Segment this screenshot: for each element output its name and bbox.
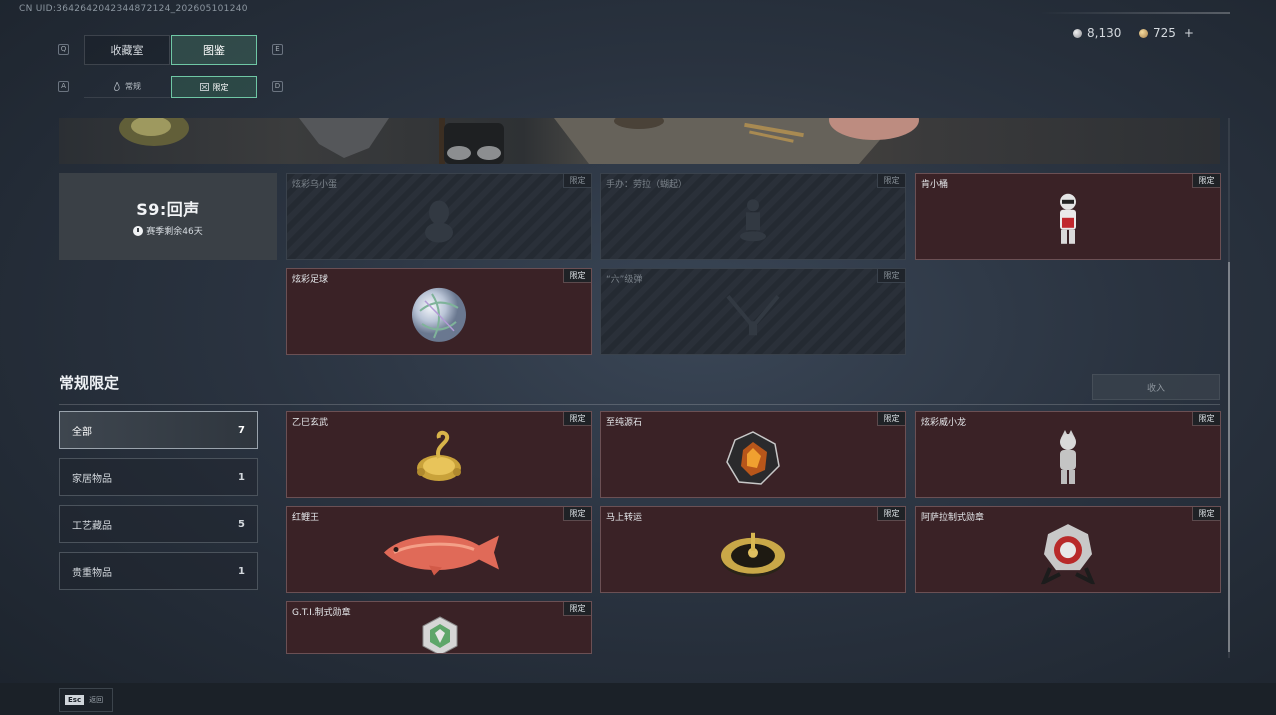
fortune-disc-icon <box>721 532 785 577</box>
banner-illustration <box>119 118 919 164</box>
bullet-silhouette-icon <box>726 294 780 335</box>
limited-tag: 限定 <box>1192 174 1220 188</box>
source-stone-icon <box>726 430 780 485</box>
season-remaining-text: 赛季剩余46天 <box>146 227 203 237</box>
item-card-locked[interactable]: “六”级弹 限定 <box>600 268 906 355</box>
item-card-locked[interactable]: 手办：劳拉（蝴起） 限定 <box>600 173 906 260</box>
back-label: 返回 <box>89 696 104 704</box>
limited-tag: 限定 <box>877 412 905 426</box>
filter-count: 5 <box>238 518 245 530</box>
item-card[interactable]: 红鲤王 限定 <box>286 506 592 593</box>
user-id-label: CN UID:3642642042344872124_202605101240 <box>19 4 248 14</box>
gold-currency[interactable]: 725 + <box>1139 26 1194 40</box>
tab-codex[interactable]: 图鉴 <box>171 35 257 65</box>
filter-home-items[interactable]: 家居物品 1 <box>59 458 258 496</box>
limited-tag: 限定 <box>1192 507 1220 521</box>
item-card[interactable]: 肯小桶 限定 <box>915 173 1221 260</box>
item-name: 肯小桶 <box>921 180 949 190</box>
filter-label: 全部 <box>72 426 92 438</box>
asara-medal-icon <box>1040 523 1096 584</box>
limited-tag: 限定 <box>563 507 591 521</box>
season-title: S9:回声 <box>136 200 200 219</box>
item-name: 炫彩足球 <box>292 275 329 285</box>
limited-tag: 限定 <box>877 174 905 188</box>
key-hint-d: D <box>272 81 283 92</box>
limited-tag: 限定 <box>563 174 591 188</box>
silver-amount: 8,130 <box>1087 26 1122 40</box>
golden-turtle-snake-icon <box>417 430 461 481</box>
item-name: 马上转运 <box>606 513 643 523</box>
item-card[interactable]: 炫彩威小龙 限定 <box>915 411 1221 498</box>
item-card-locked[interactable]: 炫彩乌小蛋 限定 <box>286 173 592 260</box>
item-name: G.T.I.制式勋章 <box>292 608 351 618</box>
section-title: 常规限定 <box>59 374 120 392</box>
season-info-card: S9:回声 赛季剩余46天 <box>59 173 277 260</box>
item-name: 炫彩威小龙 <box>921 418 967 428</box>
item-card[interactable]: 至纯源石 限定 <box>600 411 906 498</box>
key-hint-q: Q <box>58 44 69 55</box>
section-divider <box>59 404 1220 405</box>
filter-label: 工艺藏品 <box>72 520 112 532</box>
gti-medal-icon <box>422 616 458 653</box>
gold-coin-icon <box>1139 28 1148 38</box>
scrollbar-thumb[interactable] <box>1228 262 1230 652</box>
filter-label: 家居物品 <box>72 473 112 485</box>
subtab-limited-label: 限定 <box>212 82 229 92</box>
limited-tag: 限定 <box>1192 412 1220 426</box>
filter-count: 1 <box>238 565 245 577</box>
back-button[interactable]: Esc 返回 <box>59 688 113 712</box>
subtab-limited[interactable]: 限定 <box>171 76 257 98</box>
tab-collection-room[interactable]: 收藏室 <box>84 35 170 65</box>
flame-icon <box>114 82 120 91</box>
top-decoration-line <box>1040 12 1230 14</box>
item-name: “六”级弹 <box>606 275 643 285</box>
dragon-figure-icon <box>1060 429 1076 484</box>
item-card[interactable]: G.T.I.制式勋章 限定 <box>286 601 592 654</box>
limited-tag: 限定 <box>563 412 591 426</box>
key-hint-e: E <box>272 44 283 55</box>
limited-tag: 限定 <box>877 507 905 521</box>
bucket-figure-icon <box>1060 193 1076 244</box>
collapse-button[interactable]: 收入 <box>1092 374 1220 400</box>
filter-label: 贵重物品 <box>72 567 112 579</box>
limited-tag: 限定 <box>563 602 591 616</box>
gold-amount: 725 <box>1153 26 1176 40</box>
silver-currency: 8,130 <box>1073 26 1121 40</box>
item-card[interactable]: 马上转运 限定 <box>600 506 906 593</box>
item-card[interactable]: 炫彩足球 限定 <box>286 268 592 355</box>
season-remaining: 赛季剩余46天 <box>133 224 203 237</box>
esc-key: Esc <box>65 695 85 705</box>
limited-tag: 限定 <box>877 269 905 283</box>
subtab-regular[interactable]: 常规 <box>84 76 170 98</box>
red-carp-icon <box>384 534 499 575</box>
item-name: 炫彩乌小蛋 <box>292 180 338 190</box>
filter-all[interactable]: 全部 7 <box>59 411 258 449</box>
silver-coin-icon <box>1073 28 1082 38</box>
key-hint-a: A <box>58 81 69 92</box>
filter-valuables[interactable]: 贵重物品 1 <box>59 552 258 590</box>
filter-count: 1 <box>238 471 245 483</box>
add-currency-button[interactable]: + <box>1184 26 1194 40</box>
season-banner-image <box>59 118 1220 164</box>
limited-tag: 限定 <box>563 269 591 283</box>
egg-figure-silhouette-icon <box>425 200 453 242</box>
limited-icon <box>199 83 209 91</box>
iridescent-football-icon <box>412 287 466 342</box>
item-card[interactable]: 阿萨拉制式勋章 限定 <box>915 506 1221 593</box>
clock-icon <box>133 225 144 236</box>
item-card[interactable]: 乙巳玄武 限定 <box>286 411 592 498</box>
item-name: 阿萨拉制式勋章 <box>921 513 985 523</box>
item-name: 至纯源石 <box>606 418 643 428</box>
subtab-regular-label: 常规 <box>125 82 141 91</box>
filter-count: 7 <box>238 424 245 436</box>
item-name: 红鲤王 <box>292 513 320 523</box>
item-name: 乙巳玄武 <box>292 418 329 428</box>
filter-crafts[interactable]: 工艺藏品 5 <box>59 505 258 543</box>
item-name: 手办：劳拉（蝴起） <box>606 180 688 190</box>
figure-silhouette-icon <box>740 198 766 241</box>
bottom-bar <box>0 683 1276 715</box>
